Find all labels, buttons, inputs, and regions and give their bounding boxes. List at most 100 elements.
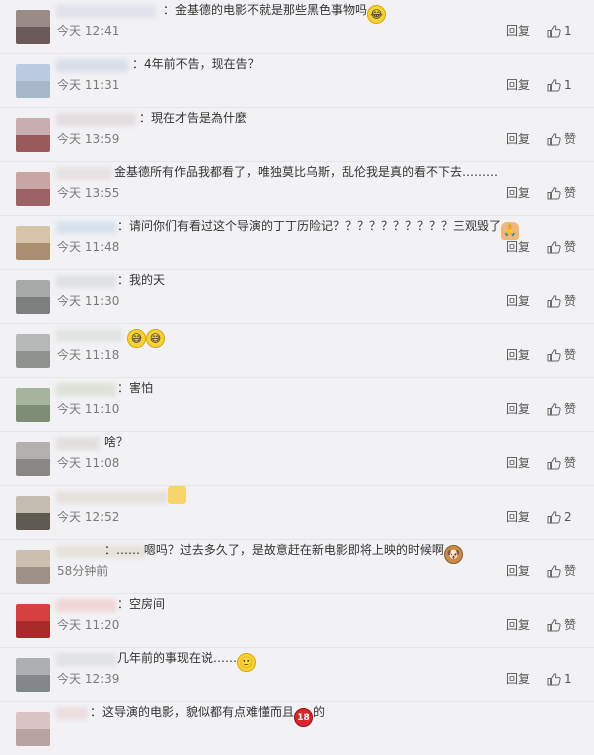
avatar-top <box>16 226 50 243</box>
reply-button[interactable]: 回复 <box>506 616 530 634</box>
comment-timestamp: 58分钟前 <box>57 564 109 578</box>
blurred-username[interactable] <box>56 221 116 234</box>
avatar-bottom <box>16 297 50 314</box>
avatar-top <box>16 550 50 567</box>
like-button[interactable]: 赞 <box>547 130 576 148</box>
reply-button[interactable]: 回复 <box>506 292 530 310</box>
blurred-username[interactable] <box>56 383 116 396</box>
reply-button[interactable]: 回复 <box>506 346 530 364</box>
like-button[interactable]: 2 <box>547 508 572 526</box>
like-button[interactable]: 赞 <box>547 184 576 202</box>
avatar[interactable] <box>16 64 50 98</box>
comment-timestamp: 今天 11:30 <box>57 294 120 308</box>
comment-text: ：現在才告是為什麼 <box>139 108 247 128</box>
avatar-bottom <box>16 459 50 476</box>
comment-text: 😅 😅 <box>127 324 165 348</box>
like-button[interactable]: 赞 <box>547 562 576 580</box>
reply-button[interactable]: 回复 <box>506 22 530 40</box>
comment-text: ：请问你们有看过这个导演的丁丁历险记？？？？？？？？？？三观毁了 🙏 <box>117 216 520 240</box>
blurred-username[interactable] <box>56 653 116 666</box>
reply-button[interactable]: 回复 <box>506 454 530 472</box>
comment-text-content: 金基德所有作品我都看了，唯独莫比乌斯，乱伦我是真的看不下去……… <box>114 165 499 179</box>
comment-item: ：金基德的电影不就是那些黑色事物吗 😂 今天 12:41 回复 1 <box>0 0 594 54</box>
comment-timestamp: 今天 12:41 <box>57 24 120 38</box>
reply-button[interactable]: 回复 <box>506 130 530 148</box>
comment-timestamp: 今天 13:55 <box>57 186 120 200</box>
blurred-username[interactable] <box>56 59 128 72</box>
blurred-username[interactable] <box>56 275 116 288</box>
avatar[interactable] <box>16 658 50 692</box>
like-count: 1 <box>564 78 572 92</box>
blurred-username[interactable] <box>56 437 100 450</box>
blurred-username[interactable] <box>56 113 136 126</box>
like-button[interactable]: 1 <box>547 76 572 94</box>
blurred-username[interactable] <box>56 491 168 504</box>
avatar[interactable] <box>16 712 50 746</box>
reply-button[interactable]: 回复 <box>506 670 530 688</box>
avatar-bottom <box>16 405 50 422</box>
avatar-bottom <box>16 189 50 206</box>
like-button[interactable]: 赞 <box>547 238 576 256</box>
avatar-bottom <box>16 513 50 530</box>
like-button[interactable]: 1 <box>547 22 572 40</box>
blurred-username[interactable] <box>56 599 116 612</box>
comment-timestamp: 今天 11:31 <box>57 78 120 92</box>
reply-button[interactable]: 回复 <box>506 238 530 256</box>
avatar[interactable] <box>16 118 50 152</box>
like-button[interactable]: 1 <box>547 670 572 688</box>
reply-button[interactable]: 回复 <box>506 562 530 580</box>
laugh-cry-emoji-icon: 😂 <box>367 5 387 24</box>
avatar[interactable] <box>16 496 50 530</box>
comment-timestamp: 今天 12:39 <box>57 672 120 686</box>
like-button[interactable]: 赞 <box>547 346 576 364</box>
comment-text-content: ：请问你们有看过这个导演的丁丁历险记？？？？？？？？？？三观毁了 <box>117 219 502 233</box>
avatar-top <box>16 280 50 297</box>
like-button[interactable]: 赞 <box>547 292 576 310</box>
reply-button[interactable]: 回复 <box>506 184 530 202</box>
like-count: 1 <box>564 24 572 38</box>
reply-button[interactable]: 回复 <box>506 400 530 418</box>
avatar[interactable] <box>16 172 50 206</box>
comment-item: ：我的天今天 11:30 回复 赞 <box>0 270 594 324</box>
comment-text-content: ：…… 嗯吗？过去多久了，是故意赶在新电影即将上映的时候啊 <box>104 543 444 557</box>
blurred-username[interactable] <box>56 329 122 342</box>
avatar[interactable] <box>16 10 50 44</box>
avatar[interactable] <box>16 388 50 422</box>
reply-button[interactable]: 回复 <box>506 76 530 94</box>
avatar[interactable] <box>16 442 50 476</box>
comment-text: ：害怕 <box>117 378 153 398</box>
avatar[interactable] <box>16 226 50 260</box>
like-count: 赞 <box>564 402 577 416</box>
thumbs-up-icon <box>547 618 564 632</box>
like-count: 赞 <box>564 618 577 632</box>
avatar[interactable] <box>16 550 50 584</box>
like-button[interactable]: 赞 <box>547 454 576 472</box>
avatar-top <box>16 64 50 81</box>
like-count: 2 <box>564 510 572 524</box>
reply-button[interactable]: 回复 <box>506 508 530 526</box>
blurred-username[interactable] <box>56 707 88 720</box>
comment-item: ：4年前不告，现在告？ 今天 11:31 回复 1 <box>0 54 594 108</box>
like-count: 赞 <box>564 348 577 362</box>
comment-text: 金基德所有作品我都看了，唯独莫比乌斯，乱伦我是真的看不下去……… <box>114 162 498 182</box>
comment-item: 几年前的事现在说…… 🙂 今天 12:39 回复 1 <box>0 648 594 702</box>
like-button[interactable]: 赞 <box>547 400 576 418</box>
comment-item: 啥？ 今天 11:08 回复 赞 <box>0 432 594 486</box>
comment-item: ：这导演的电影，貌似都有点难懂而且 18 的 <box>0 702 594 755</box>
comment-item: ：害怕今天 11:10 回复 赞 <box>0 378 594 432</box>
avatar[interactable] <box>16 280 50 314</box>
comment-text: ：我的天 <box>117 270 165 290</box>
avatar[interactable] <box>16 334 50 368</box>
avatar-top <box>16 118 50 135</box>
blurred-username[interactable] <box>56 167 112 180</box>
avatar-top <box>16 658 50 675</box>
blurred-username[interactable] <box>56 5 156 18</box>
like-button[interactable]: 赞 <box>547 616 576 634</box>
avatar[interactable] <box>16 604 50 638</box>
comment-timestamp: 今天 11:10 <box>57 402 120 416</box>
like-count: 1 <box>564 672 572 686</box>
comment-text: ：空房间 <box>117 594 165 614</box>
thumbs-up-icon <box>547 78 564 92</box>
thumbs-up-icon <box>547 510 564 524</box>
comment-item: ：空房间 今天 11:20 回复 赞 <box>0 594 594 648</box>
